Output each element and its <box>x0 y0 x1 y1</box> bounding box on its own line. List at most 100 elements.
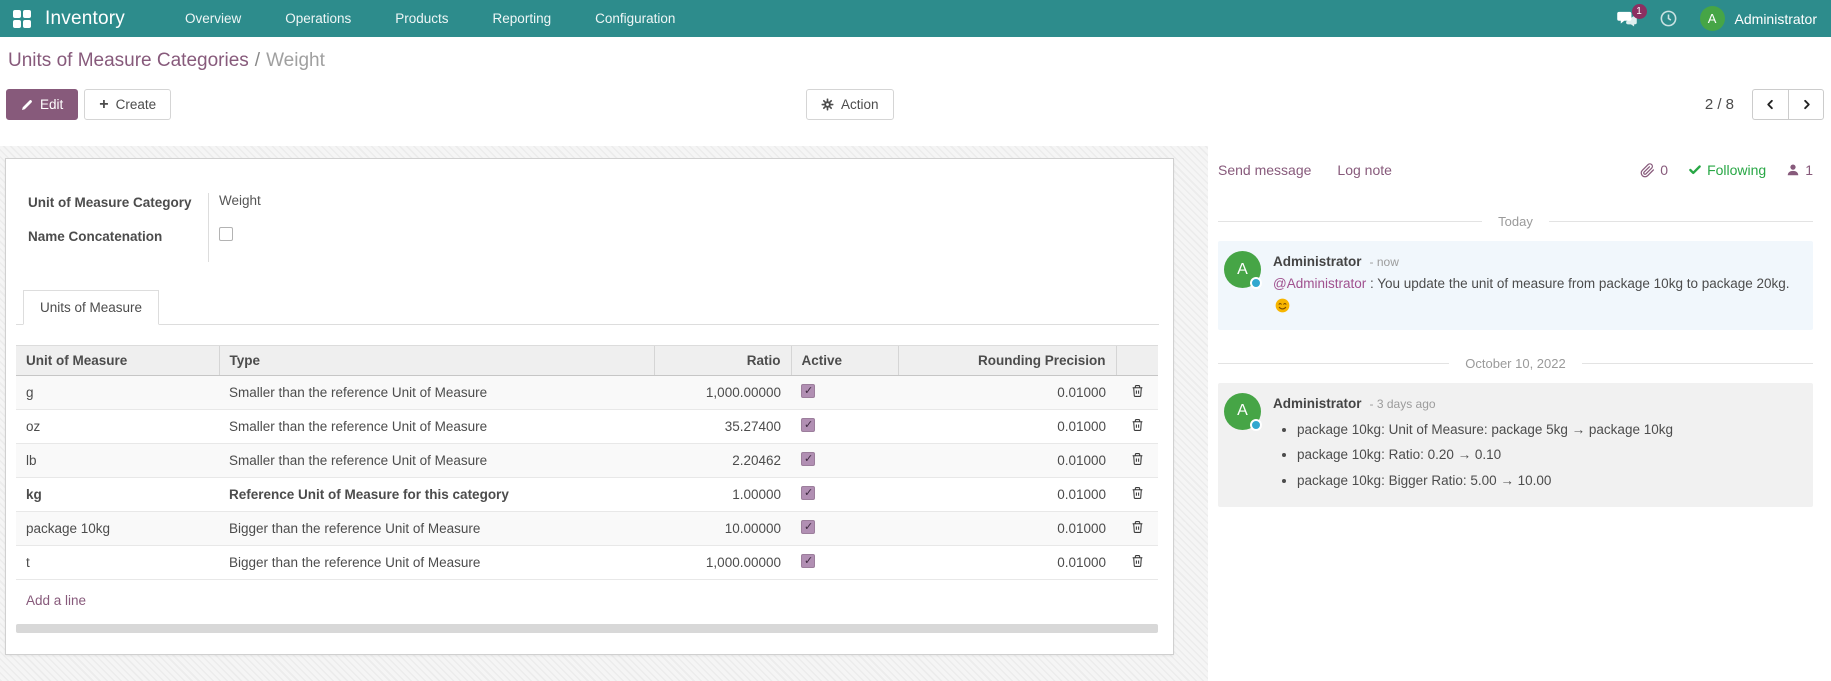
avatar: A <box>1224 251 1261 288</box>
column-header-unit-of-measure[interactable]: Unit of Measure <box>16 345 219 375</box>
user-avatar[interactable]: A <box>1700 6 1725 31</box>
message-author[interactable]: Administrator <box>1273 393 1362 415</box>
active-checkbox[interactable] <box>801 520 815 534</box>
app-name[interactable]: Inventory <box>45 8 125 30</box>
pager: 2 / 8 <box>1705 89 1824 120</box>
action-button[interactable]: Action <box>806 89 894 120</box>
delete-row-icon[interactable] <box>1131 452 1144 466</box>
delete-row-icon[interactable] <box>1131 486 1144 500</box>
form-area: Unit of Measure Category Weight Name Con… <box>0 146 1208 681</box>
edit-button[interactable]: Edit <box>6 89 78 120</box>
breadcrumb-separator: / <box>255 50 260 71</box>
column-header-active[interactable]: Active <box>791 345 898 375</box>
horizontal-scrollbar[interactable] <box>16 624 1158 633</box>
column-header-actions <box>1116 345 1158 375</box>
check-icon <box>1688 163 1702 177</box>
messages-icon[interactable]: 1 <box>1617 11 1637 27</box>
pager-previous-button[interactable] <box>1752 89 1788 120</box>
topbar-right: 1 A Administrator <box>1617 6 1831 31</box>
person-icon <box>1786 163 1800 177</box>
uom-table-header-row: Unit of Measure Type Ratio Active Roundi… <box>16 345 1158 375</box>
followers-count: 1 <box>1805 162 1813 178</box>
uom-row-g[interactable]: g Smaller than the reference Unit of Mea… <box>16 375 1158 409</box>
paperclip-icon <box>1640 163 1655 178</box>
nav-item-products[interactable]: Products <box>395 11 448 26</box>
breadcrumb-parent[interactable]: Units of Measure Categories <box>8 50 249 71</box>
active-checkbox[interactable] <box>801 384 815 398</box>
category-field-label: Unit of Measure Category <box>28 193 208 227</box>
active-checkbox[interactable] <box>801 418 815 432</box>
tracking-change: package 10kg: Bigger Ratio: 5.00 → 10.00 <box>1297 470 1673 492</box>
tab-units-of-measure[interactable]: Units of Measure <box>23 290 159 325</box>
nav-item-operations[interactable]: Operations <box>285 11 351 26</box>
chatter-topbar: Send message Log note 0 Following 1 <box>1218 154 1813 186</box>
name-concatenation-label: Name Concatenation <box>28 227 208 261</box>
pencil-icon <box>21 99 33 111</box>
column-header-ratio[interactable]: Ratio <box>654 345 791 375</box>
column-header-type[interactable]: Type <box>219 345 654 375</box>
chatter-panel: Send message Log note 0 Following 1 <box>1208 146 1831 681</box>
online-status-dot <box>1250 419 1262 431</box>
screen: Inventory Overview Operations Products R… <box>0 0 1831 681</box>
chevron-right-icon <box>1801 98 1812 111</box>
message-thread: Today A Administrator - now @Administrat… <box>1218 214 1813 507</box>
active-checkbox[interactable] <box>801 554 815 568</box>
message-author[interactable]: Administrator <box>1273 251 1362 273</box>
message-item: A Administrator - 3 days ago package 10k… <box>1218 383 1813 507</box>
form-sheet: Unit of Measure Category Weight Name Con… <box>5 158 1174 655</box>
pager-count: 2 / 8 <box>1705 96 1734 113</box>
nav-item-overview[interactable]: Overview <box>185 11 241 26</box>
control-panel: Units of Measure Categories/Weight Edit … <box>0 37 1831 146</box>
breadcrumb-current: Weight <box>266 50 325 71</box>
delete-row-icon[interactable] <box>1131 384 1144 398</box>
message-item: A Administrator - now @Administrator : Y… <box>1218 241 1813 330</box>
column-header-rounding-precision[interactable]: Rounding Precision <box>898 345 1116 375</box>
tracking-change: package 10kg: Ratio: 0.20 → 0.10 <box>1297 444 1673 466</box>
form-fields: Unit of Measure Category Weight Name Con… <box>28 193 668 262</box>
create-button[interactable]: + Create <box>84 89 171 120</box>
uom-table: Unit of Measure Type Ratio Active Roundi… <box>16 345 1158 580</box>
top-nav: Overview Operations Products Reporting C… <box>185 11 675 26</box>
uom-row-lb[interactable]: lb Smaller than the reference Unit of Me… <box>16 443 1158 477</box>
smiling-face-emoji-icon <box>1275 298 1290 313</box>
attachments-button[interactable]: 0 <box>1640 162 1668 178</box>
active-checkbox[interactable] <box>801 452 815 466</box>
followers-button[interactable]: 1 <box>1786 162 1813 178</box>
send-message-button[interactable]: Send message <box>1218 162 1311 178</box>
delete-row-icon[interactable] <box>1131 418 1144 432</box>
topbar: Inventory Overview Operations Products R… <box>0 0 1831 37</box>
date-divider-today: Today <box>1218 214 1813 229</box>
chevron-left-icon <box>1765 98 1776 111</box>
tracking-changes-list: package 10kg: Unit of Measure: package 5… <box>1297 419 1673 492</box>
avatar: A <box>1224 393 1261 430</box>
user-menu[interactable]: Administrator <box>1735 11 1817 27</box>
messages-badge: 1 <box>1632 4 1647 19</box>
uom-row-t[interactable]: t Bigger than the reference Unit of Meas… <box>16 545 1158 579</box>
message-timestamp: - 3 days ago <box>1370 395 1436 415</box>
apps-menu-icon[interactable] <box>13 10 31 28</box>
mention-link[interactable]: @Administrator <box>1273 276 1366 291</box>
activities-clock-icon[interactable] <box>1659 9 1678 28</box>
active-checkbox[interactable] <box>801 486 815 500</box>
tracking-change: package 10kg: Unit of Measure: package 5… <box>1297 419 1673 441</box>
uom-row-oz[interactable]: oz Smaller than the reference Unit of Me… <box>16 409 1158 443</box>
gear-icon <box>821 98 834 111</box>
following-button[interactable]: Following <box>1688 162 1766 178</box>
date-divider-october: October 10, 2022 <box>1218 356 1813 371</box>
delete-row-icon[interactable] <box>1131 554 1144 568</box>
delete-row-icon[interactable] <box>1131 520 1144 534</box>
uom-row-kg[interactable]: kg Reference Unit of Measure for this ca… <box>16 477 1158 511</box>
nav-item-configuration[interactable]: Configuration <box>595 11 675 26</box>
log-note-button[interactable]: Log note <box>1337 162 1392 178</box>
category-field-value: Weight <box>208 193 668 227</box>
name-concatenation-checkbox[interactable] <box>219 227 233 241</box>
attachments-count: 0 <box>1660 162 1668 178</box>
pager-next-button[interactable] <box>1788 89 1824 120</box>
content: Unit of Measure Category Weight Name Con… <box>0 146 1831 681</box>
message-text: @Administrator : You update the unit of … <box>1273 273 1803 318</box>
uom-row-package-10kg[interactable]: package 10kg Bigger than the reference U… <box>16 511 1158 545</box>
add-a-line-link[interactable]: Add a line <box>26 593 86 608</box>
nav-item-reporting[interactable]: Reporting <box>493 11 552 26</box>
breadcrumb: Units of Measure Categories / Weight <box>0 37 1831 72</box>
message-timestamp: - now <box>1370 253 1399 273</box>
